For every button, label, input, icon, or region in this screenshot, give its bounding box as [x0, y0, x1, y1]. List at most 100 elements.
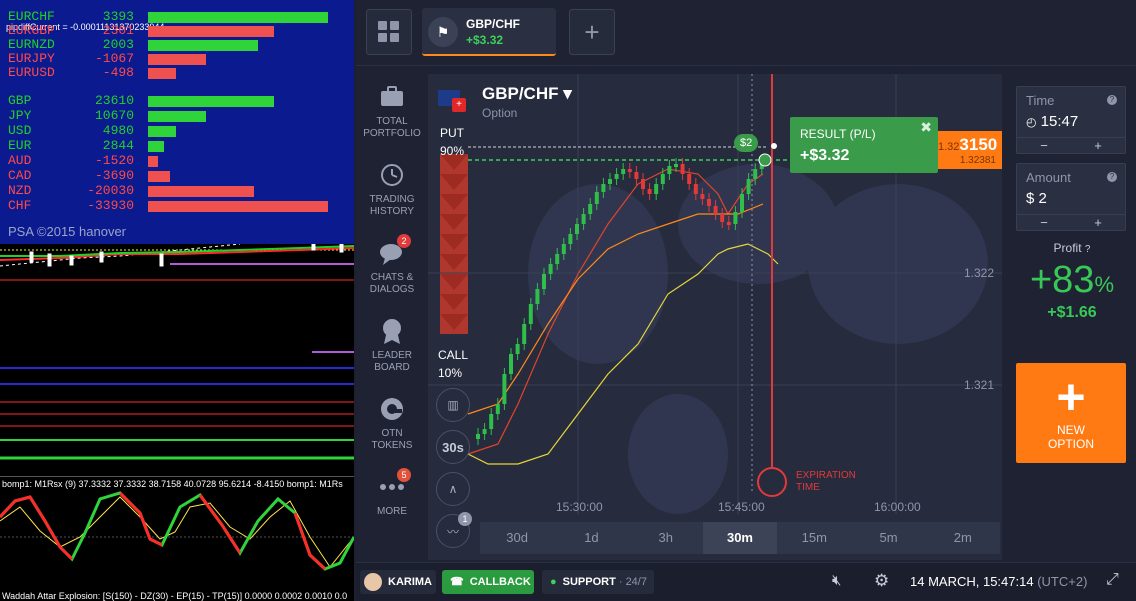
timer-button[interactable]: 30s: [436, 430, 470, 464]
strength-row: EUR 2844: [8, 139, 348, 153]
sidebar-item-leaderboard[interactable]: LEADER BOARD: [356, 316, 428, 374]
new-option-label-1: NEW: [1057, 423, 1085, 437]
mute-icon[interactable]: 🔇︎: [832, 572, 841, 589]
add-asset-button[interactable]: +: [569, 9, 615, 55]
world-map-background: [528, 164, 988, 514]
asset-tab-profit: +$3.32: [466, 33, 504, 47]
timeframe-2m[interactable]: 2m: [926, 522, 1000, 554]
sidebar-label: PORTFOLIO: [363, 128, 421, 139]
timeframe-15m[interactable]: 15m: [777, 522, 851, 554]
grid-icon: [378, 21, 399, 42]
strength-row: EURGBP 2301: [8, 24, 348, 38]
clock-icon: ◴: [1026, 115, 1037, 129]
strength-bar: [148, 186, 254, 197]
help-icon[interactable]: ?: [1085, 244, 1091, 255]
timeframe-5m[interactable]: 5m: [851, 522, 925, 554]
fullscreen-icon[interactable]: ⤢: [1106, 571, 1119, 589]
compass-icon: ∧: [448, 482, 458, 496]
strength-bar: [148, 156, 158, 167]
strength-bar: [148, 26, 274, 37]
row-value: -1520: [94, 153, 134, 168]
row-value: 2003: [102, 37, 134, 52]
chart-type-button[interactable]: ▥: [436, 388, 470, 422]
row-name: CHF: [8, 198, 32, 213]
strength-row: JPY 10670: [8, 109, 348, 123]
row-name: EUR: [8, 138, 32, 153]
medal-icon: [377, 316, 407, 346]
time-value: 15:47: [1040, 113, 1079, 130]
indicators-button[interactable]: 〰 1: [436, 512, 472, 548]
sidebar-label: TRADING: [369, 194, 415, 205]
put-call-indicator: [440, 154, 468, 334]
indicator-icon: 〰: [446, 524, 459, 539]
asset-tab-name: GBP/CHF: [466, 17, 520, 31]
price-label-1321: 1.321: [964, 378, 995, 392]
timeframe-30d[interactable]: 30d: [480, 522, 554, 554]
put-box: PUT 90%: [440, 124, 464, 160]
timeframe-1d[interactable]: 1d: [554, 522, 628, 554]
timeframe-30m[interactable]: 30m: [702, 522, 778, 554]
datetime-value: 14 MARCH, 15:47:14: [910, 574, 1034, 589]
time-minus-button[interactable]: −: [1017, 138, 1071, 153]
amount-label: Amount: [1026, 170, 1071, 185]
sidebar-label: BOARD: [374, 362, 410, 373]
asset-selector[interactable]: GBP/CHF ▾: [482, 84, 572, 104]
help-icon[interactable]: ?: [1107, 95, 1117, 105]
token-icon: [377, 394, 407, 424]
time-field[interactable]: Time ? ◴ 15:47 − +: [1016, 86, 1126, 154]
row-name: CAD: [8, 168, 32, 183]
strength-row: EURNZD 2003: [8, 38, 348, 52]
copyright-label: PSA ©2015 hanover: [8, 224, 126, 239]
grid-view-button[interactable]: [366, 9, 412, 55]
amount-field[interactable]: Amount ? $ 2 − +: [1016, 163, 1126, 231]
sidebar-item-otn-tokens[interactable]: OTN TOKENS: [356, 394, 428, 452]
profit-label: Profit: [1053, 241, 1082, 255]
sidebar-item-trading-history[interactable]: TRADING HISTORY: [356, 160, 428, 218]
user-button[interactable]: KARIMA: [360, 570, 436, 594]
briefcase-icon: [377, 82, 407, 112]
strength-row: EURCHF 3393: [8, 10, 348, 24]
datetime: 14 MARCH, 15:47:14 (UTC+2): [910, 574, 1087, 589]
amount-minus-button[interactable]: −: [1017, 215, 1071, 230]
strength-bar: [148, 54, 206, 65]
time-plus-button[interactable]: +: [1071, 138, 1125, 153]
sidebar-label: TOTAL: [376, 116, 408, 127]
more-badge: 5: [397, 468, 411, 482]
close-icon[interactable]: ✖: [920, 119, 932, 136]
drawing-tool-button[interactable]: ∧: [436, 472, 470, 506]
put-percent: 90%: [440, 144, 465, 158]
sidebar-item-chats[interactable]: 2 CHATS & DIALOGS: [356, 234, 428, 296]
sidebar-item-total-portfolio[interactable]: TOTAL PORTFOLIO: [356, 82, 428, 140]
result-popup: RESULT (P/L) +$3.32 ✖: [790, 117, 938, 173]
strength-bar: [148, 111, 206, 122]
sidebar-label: MORE: [377, 506, 407, 517]
support-button[interactable]: ● SUPPORT · 24/7: [542, 570, 654, 594]
row-name: EURJPY: [8, 51, 55, 66]
strength-bar: [148, 40, 258, 51]
time-label: 15:30:00: [556, 500, 603, 514]
row-name: JPY: [8, 108, 32, 123]
row-value: 10670: [94, 108, 134, 123]
strength-row: AUD -1520: [8, 154, 348, 168]
bottom-bar: KARIMA ☎ CALLBACK ● SUPPORT · 24/7 🔇︎ ⚙ 14 …: [356, 562, 1136, 601]
chats-badge: 2: [397, 234, 411, 248]
help-icon[interactable]: ?: [1107, 172, 1117, 182]
history-clock-icon: [377, 160, 407, 190]
strength-row: USD 4980: [8, 124, 348, 138]
strength-bar: [148, 96, 274, 107]
callback-button[interactable]: ☎ CALLBACK: [442, 570, 534, 594]
sidebar-label: OTN: [381, 428, 403, 439]
right-panel: Time ? ◴ 15:47 − + Amount ? $ 2 − + Profit…: [1016, 86, 1128, 322]
new-option-button[interactable]: + NEW OPTION: [1016, 363, 1126, 463]
settings-gear-icon[interactable]: ⚙: [874, 571, 889, 591]
expiration-label-line1: EXPIRATION: [796, 470, 856, 481]
strength-bar: [148, 68, 176, 79]
amount-value[interactable]: $ 2: [1026, 190, 1047, 207]
sidebar-item-more[interactable]: 5 MORE: [356, 468, 428, 518]
profit-amount: +$1.66: [1047, 304, 1097, 321]
asset-tab[interactable]: ⚑ GBP/CHF +$3.32: [422, 8, 556, 56]
trading-app: ⚑ GBP/CHF +$3.32 + TOTAL PORTFOLIO TRADI…: [356, 0, 1136, 601]
amount-plus-button[interactable]: +: [1071, 215, 1125, 230]
timeframe-3h[interactable]: 3h: [629, 522, 703, 554]
result-value: +$3.32: [800, 147, 850, 164]
